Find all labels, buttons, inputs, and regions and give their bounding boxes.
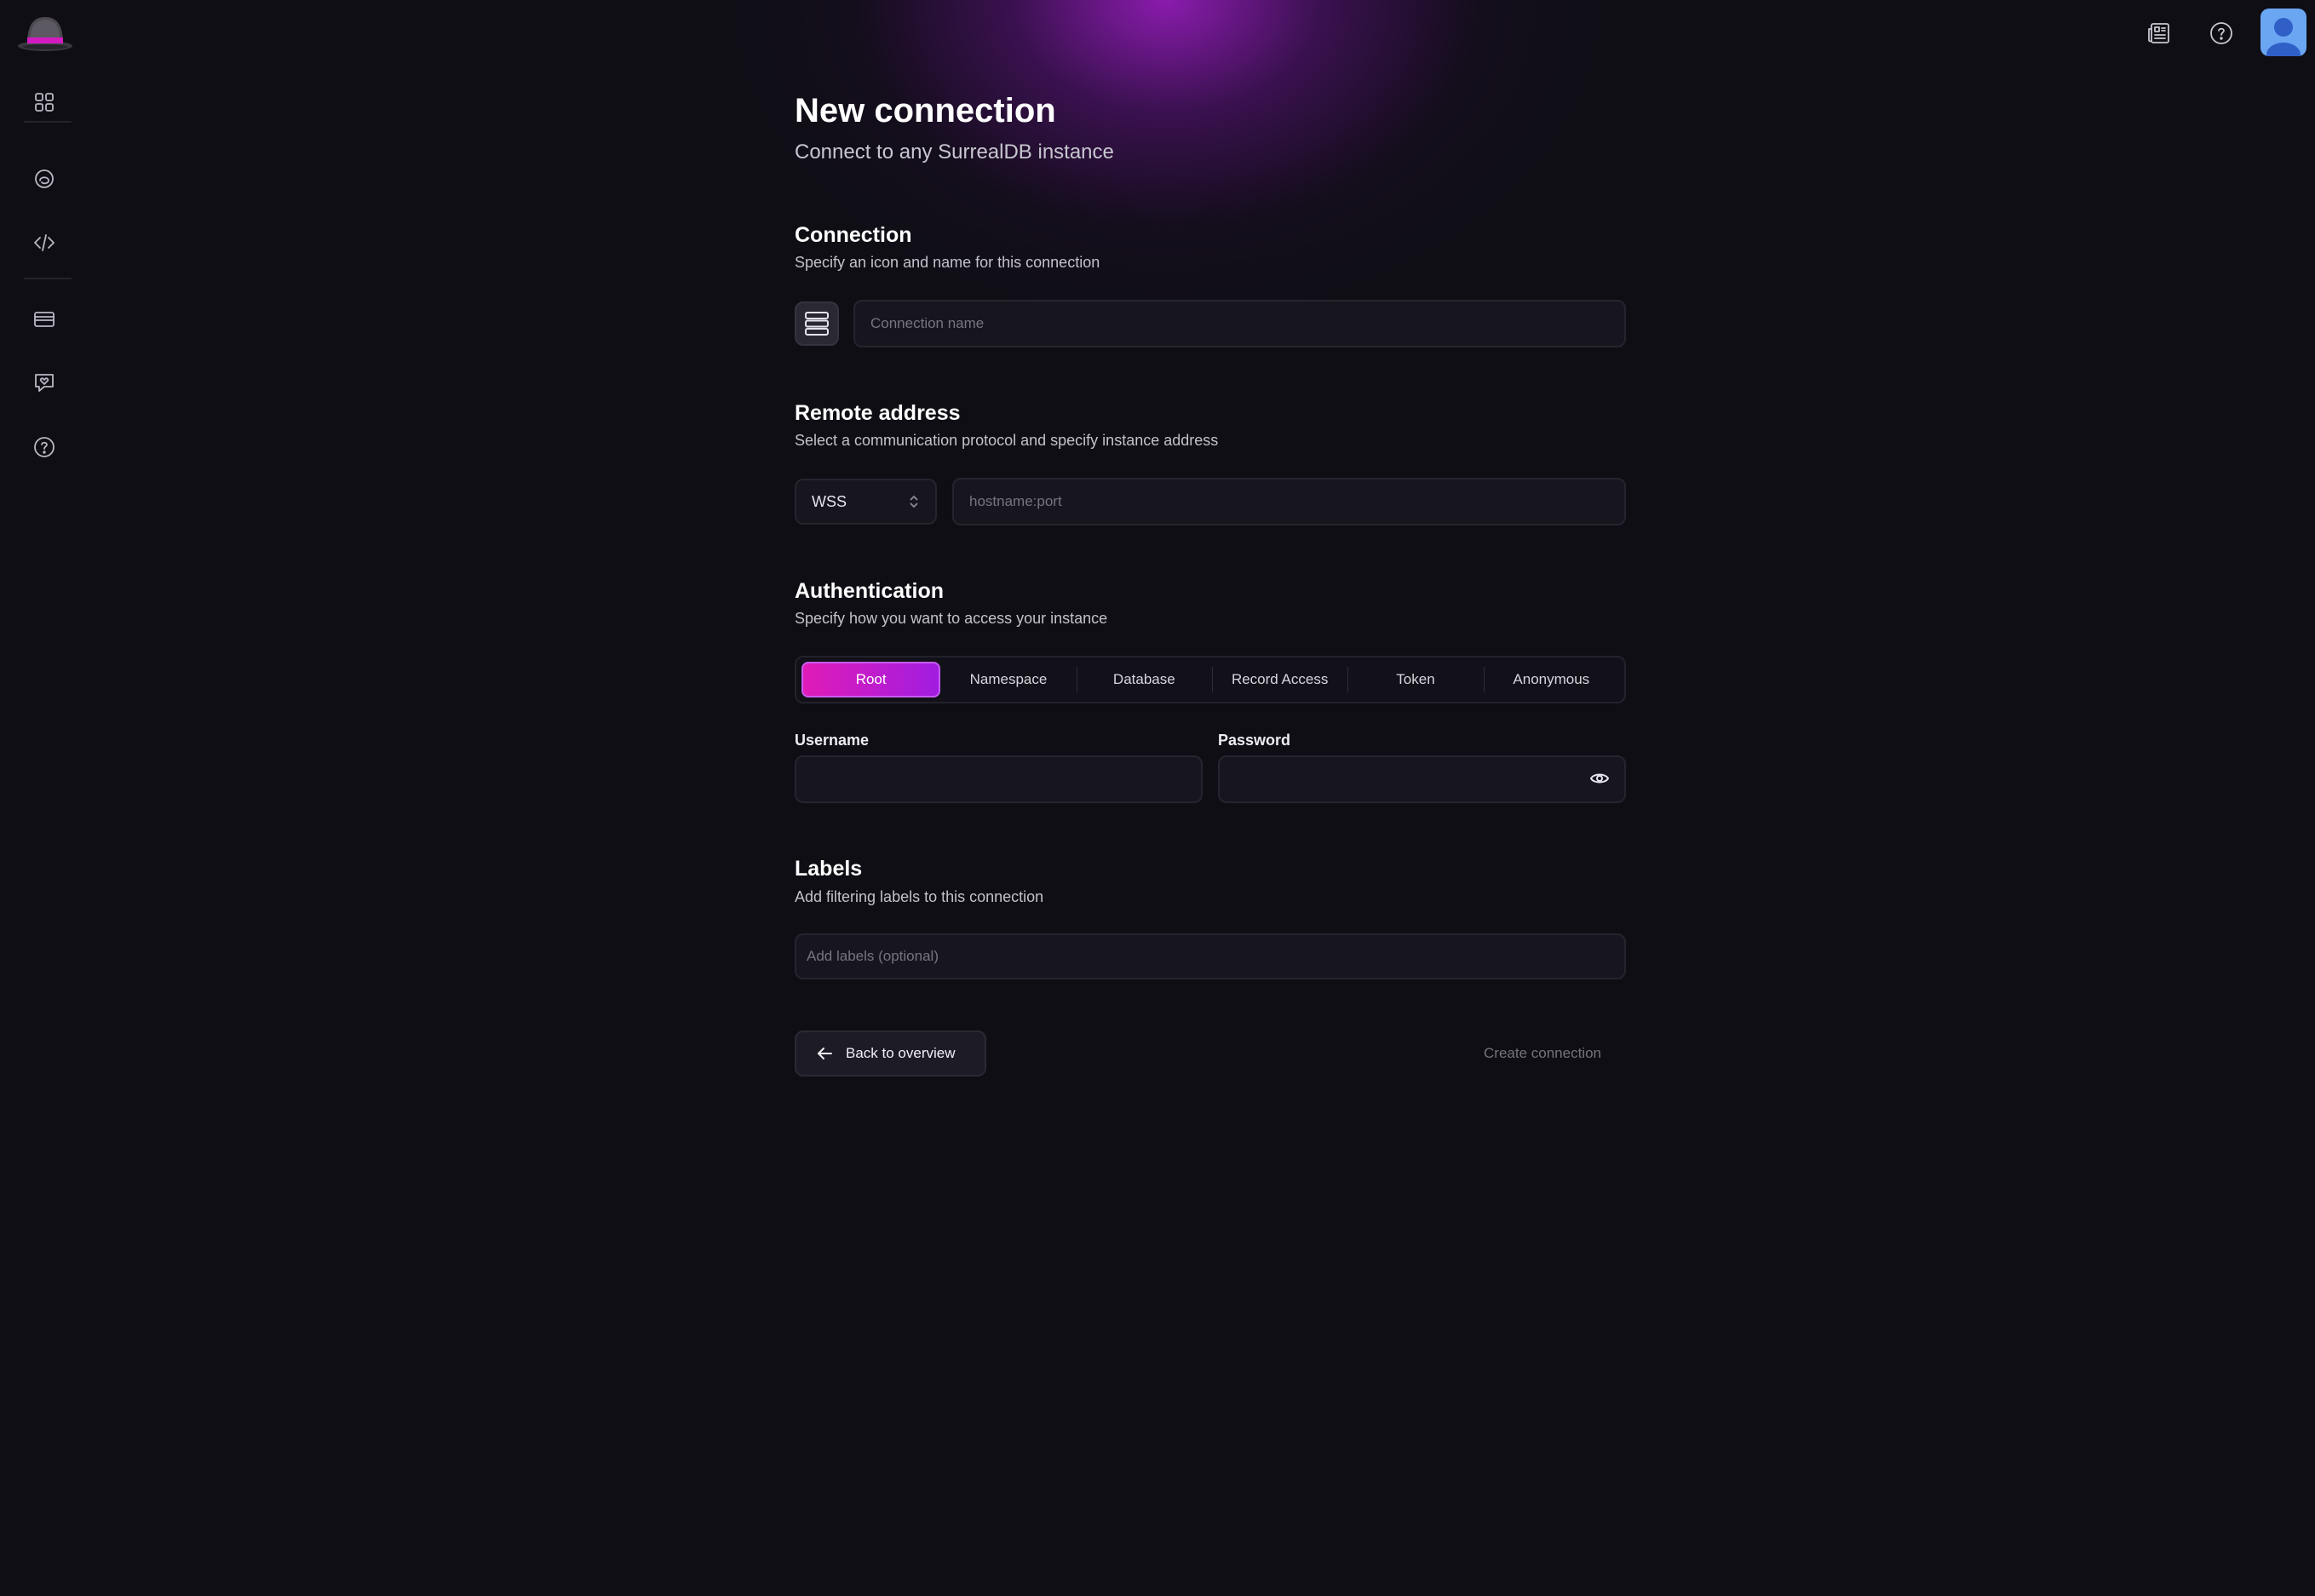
- help-icon: [34, 437, 55, 457]
- sidebar-divider: [24, 278, 72, 279]
- sidebar-item-overview[interactable]: [24, 82, 65, 123]
- sidebar-item-query[interactable]: [24, 222, 65, 263]
- tab-database[interactable]: Database: [1076, 662, 1212, 698]
- protocol-select[interactable]: WSS: [795, 479, 937, 525]
- page-title: New connection: [795, 92, 1056, 129]
- tab-record-access[interactable]: Record Access: [1211, 662, 1347, 698]
- auth-mode-tabs: Root Namespace Database Record Access To…: [795, 656, 1626, 703]
- username-label: Username: [795, 732, 870, 749]
- arrow-left-icon: [818, 1048, 832, 1059]
- protocol-select-value: WSS: [812, 492, 847, 510]
- auth-section-subtitle: Specify how you want to access your inst…: [795, 610, 1108, 627]
- labels-section-subtitle: Add filtering labels to this connection: [795, 888, 1044, 905]
- sidebar: [0, 0, 89, 1596]
- cloud-icon: [35, 169, 54, 188]
- tab-anonymous[interactable]: Anonymous: [1483, 662, 1619, 698]
- tab-token[interactable]: Token: [1347, 662, 1483, 698]
- show-password-toggle[interactable]: [1588, 768, 1611, 789]
- sidebar-item-billing[interactable]: [24, 299, 65, 340]
- help-icon: [2210, 22, 2232, 44]
- tab-root[interactable]: Root: [801, 662, 941, 698]
- back-to-overview-button[interactable]: Back to overview: [795, 1031, 986, 1076]
- page-subtitle: Connect to any SurrealDB instance: [795, 141, 1114, 164]
- newspaper-icon: [2148, 23, 2169, 43]
- labels-section-title: Labels: [795, 857, 863, 881]
- create-connection-button[interactable]: Create connection: [1459, 1031, 1626, 1076]
- password-input[interactable]: [1218, 755, 1626, 803]
- card-icon: [34, 312, 55, 327]
- labels-input[interactable]: [795, 933, 1626, 979]
- help-button[interactable]: [2203, 15, 2239, 51]
- back-button-label: Back to overview: [846, 1045, 956, 1061]
- user-avatar[interactable]: [2260, 9, 2306, 56]
- connection-name-input[interactable]: [853, 300, 1626, 347]
- tab-namespace[interactable]: Namespace: [940, 662, 1076, 698]
- sidebar-item-feedback[interactable]: [24, 362, 65, 403]
- remote-section-title: Remote address: [795, 401, 961, 425]
- grid-icon: [35, 93, 54, 112]
- surrealist-logo-icon[interactable]: [15, 12, 75, 53]
- hostname-input[interactable]: [952, 478, 1626, 525]
- code-icon: [34, 234, 55, 251]
- sidebar-item-cloud[interactable]: [24, 158, 65, 199]
- password-label: Password: [1218, 732, 1291, 749]
- news-button[interactable]: [2141, 15, 2177, 51]
- auth-section-title: Authentication: [795, 579, 944, 603]
- connection-section-title: Connection: [795, 223, 912, 247]
- chat-heart-icon: [35, 374, 54, 392]
- remote-section-subtitle: Select a communication protocol and spec…: [795, 432, 1219, 449]
- chevron-updown-icon: [910, 495, 918, 508]
- connection-section-subtitle: Specify an icon and name for this connec…: [795, 254, 1100, 271]
- server-icon: [805, 312, 829, 336]
- username-input[interactable]: [795, 755, 1203, 803]
- connection-icon-picker[interactable]: [795, 301, 839, 346]
- sidebar-divider: [24, 121, 72, 123]
- sidebar-item-help[interactable]: [24, 427, 65, 468]
- eye-icon: [1589, 773, 1610, 784]
